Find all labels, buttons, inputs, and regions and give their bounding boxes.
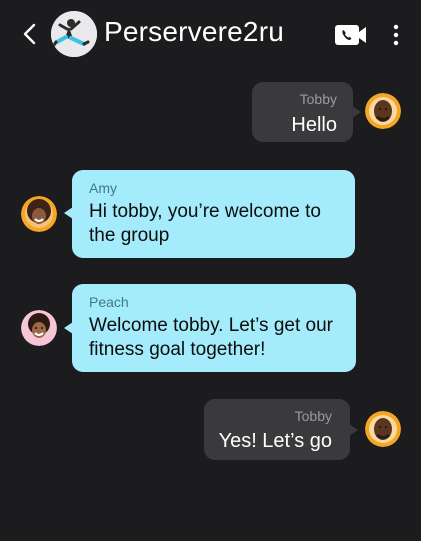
group-photo-jumping-person [51,11,97,57]
back-button[interactable] [16,20,44,48]
message-text: Hello [291,114,337,136]
avatar-man-icon [365,93,401,129]
chevron-left-icon [23,23,36,45]
message-sender: Tobby [294,408,332,424]
video-call-button[interactable] [334,22,368,48]
message-text: Welcome tobby. Let’s get our fitness goa… [89,315,333,360]
avatar-woman-icon [21,310,57,346]
message-text: Yes! Let’s go [218,430,332,452]
message-bubble[interactable]: Peach Welcome tobby. Let’s get our fitne… [72,284,356,372]
avatar-woman-icon [21,196,57,232]
message-text: Hi tobby, you’re welcome to the group [89,201,321,246]
message-sender: Amy [89,180,117,196]
message-bubble[interactable]: Tobby Yes! Let’s go [204,399,350,460]
message-sender: Tobby [299,91,337,107]
avatar-peach[interactable] [21,310,57,346]
message-bubble[interactable]: Tobby Hello [252,82,353,142]
avatar-amy[interactable] [21,196,57,232]
avatar-tobby[interactable] [365,93,401,129]
avatar-man-icon [365,411,401,447]
group-avatar[interactable] [51,11,97,57]
avatar-tobby[interactable] [365,411,401,447]
message-bubble[interactable]: Amy Hi tobby, you’re welcome to the grou… [72,170,355,258]
chat-title[interactable]: Perservere2ru [104,16,284,48]
more-options-button[interactable] [384,20,408,50]
message-sender: Peach [89,294,129,310]
chat-header: Perservere2ru [0,0,421,70]
more-vertical-icon [393,24,399,46]
video-call-icon [335,25,366,45]
